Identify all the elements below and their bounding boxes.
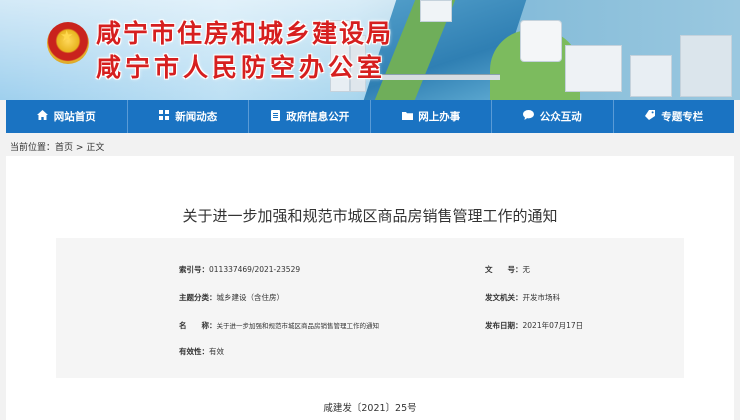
nav-item-online-services[interactable]: 网上办事 [371,100,492,133]
document-metadata-box: 索引号：011337469/2021-23529 文 号：无 主题分类：城乡建设… [56,238,684,378]
article-title: 关于进一步加强和规范市城区商品房销售管理工作的通知 [182,207,558,225]
meta-date-label: 发布日期： [485,321,523,330]
folder-icon [401,111,413,123]
meta-date-value: 2021年07月17日 [522,321,584,330]
breadcrumb-home-link[interactable]: 首页 [55,143,73,153]
banner-building [420,0,452,22]
meta-docno-value: 无 [522,265,531,274]
banner-building [680,35,732,97]
meta-issuer-label: 发文机关： [485,293,523,302]
nav-label: 网上办事 [418,111,461,123]
meta-date: 发布日期：2021年07月17日 [485,320,583,331]
meta-category: 主题分类：城乡建设（含住房） [179,292,284,303]
article-panel: 关于进一步加强和规范市城区商品房销售管理工作的通知 索引号：011337469/… [6,156,734,420]
main-nav: 网站首页 新闻动态 政府信息公开 网上办事 公众互动 专题专栏 [6,100,734,133]
grid-icon [158,110,170,123]
nav-label: 网站首页 [53,111,96,123]
tag-icon [644,110,656,123]
meta-index-value: 011337469/2021-23529 [209,265,301,274]
meta-docno-label: 文 号： [485,265,523,274]
nav-label: 公众互动 [539,111,582,123]
site-title-line2[interactable]: 咸宁市人民防空办公室 [96,48,386,84]
meta-category-value: 城乡建设（含住房） [216,293,285,302]
breadcrumb: 当前位置：首页 > 正文 [10,140,104,153]
breadcrumb-separator: > [75,143,84,153]
nav-item-special-topics[interactable]: 专题专栏 [614,100,735,133]
banner-building [565,45,622,92]
nav-item-home[interactable]: 网站首页 [6,100,128,133]
meta-validity-label: 有效性： [179,347,209,356]
document-number: 咸建发〔2021〕25号 [323,403,417,414]
nav-label: 新闻动态 [175,111,218,123]
document-icon [269,109,281,124]
nav-label: 专题专栏 [661,111,704,123]
meta-validity-value: 有效 [209,347,224,356]
banner-building [630,55,672,97]
meta-index-label: 索引号： [179,265,209,274]
header-banner: ★ 咸宁市住房和城乡建设局 咸宁市人民防空办公室 [0,0,740,100]
meta-name-value: 关于进一步加强和规范市城区商品房销售管理工作的通知 [216,322,380,330]
site-title-line1[interactable]: 咸宁市住房和城乡建设局 [96,14,393,50]
breadcrumb-prefix: 当前位置： [10,143,56,153]
meta-category-label: 主题分类： [179,293,217,302]
nav-item-news[interactable]: 新闻动态 [128,100,249,133]
home-icon [37,110,49,123]
meta-issuer-value: 开发市场科 [522,293,561,302]
banner-building [520,20,562,62]
meta-name: 名 称：关于进一步加强和规范市城区商品房销售管理工作的通知 [179,320,379,331]
nav-item-interaction[interactable]: 公众互动 [492,100,614,133]
meta-index: 索引号：011337469/2021-23529 [179,264,300,275]
national-emblem-icon[interactable]: ★ [47,22,89,64]
meta-validity: 有效性：有效 [179,346,224,357]
chat-icon [523,110,535,123]
breadcrumb-current: 正文 [86,143,105,153]
meta-issuer: 发文机关：开发市场科 [485,292,560,303]
meta-docno: 文 号：无 [485,264,530,275]
nav-label: 政府信息公开 [286,111,350,123]
meta-name-label: 名 称： [179,321,217,330]
nav-item-gov-info[interactable]: 政府信息公开 [249,100,371,133]
banner-bridge [380,74,500,80]
